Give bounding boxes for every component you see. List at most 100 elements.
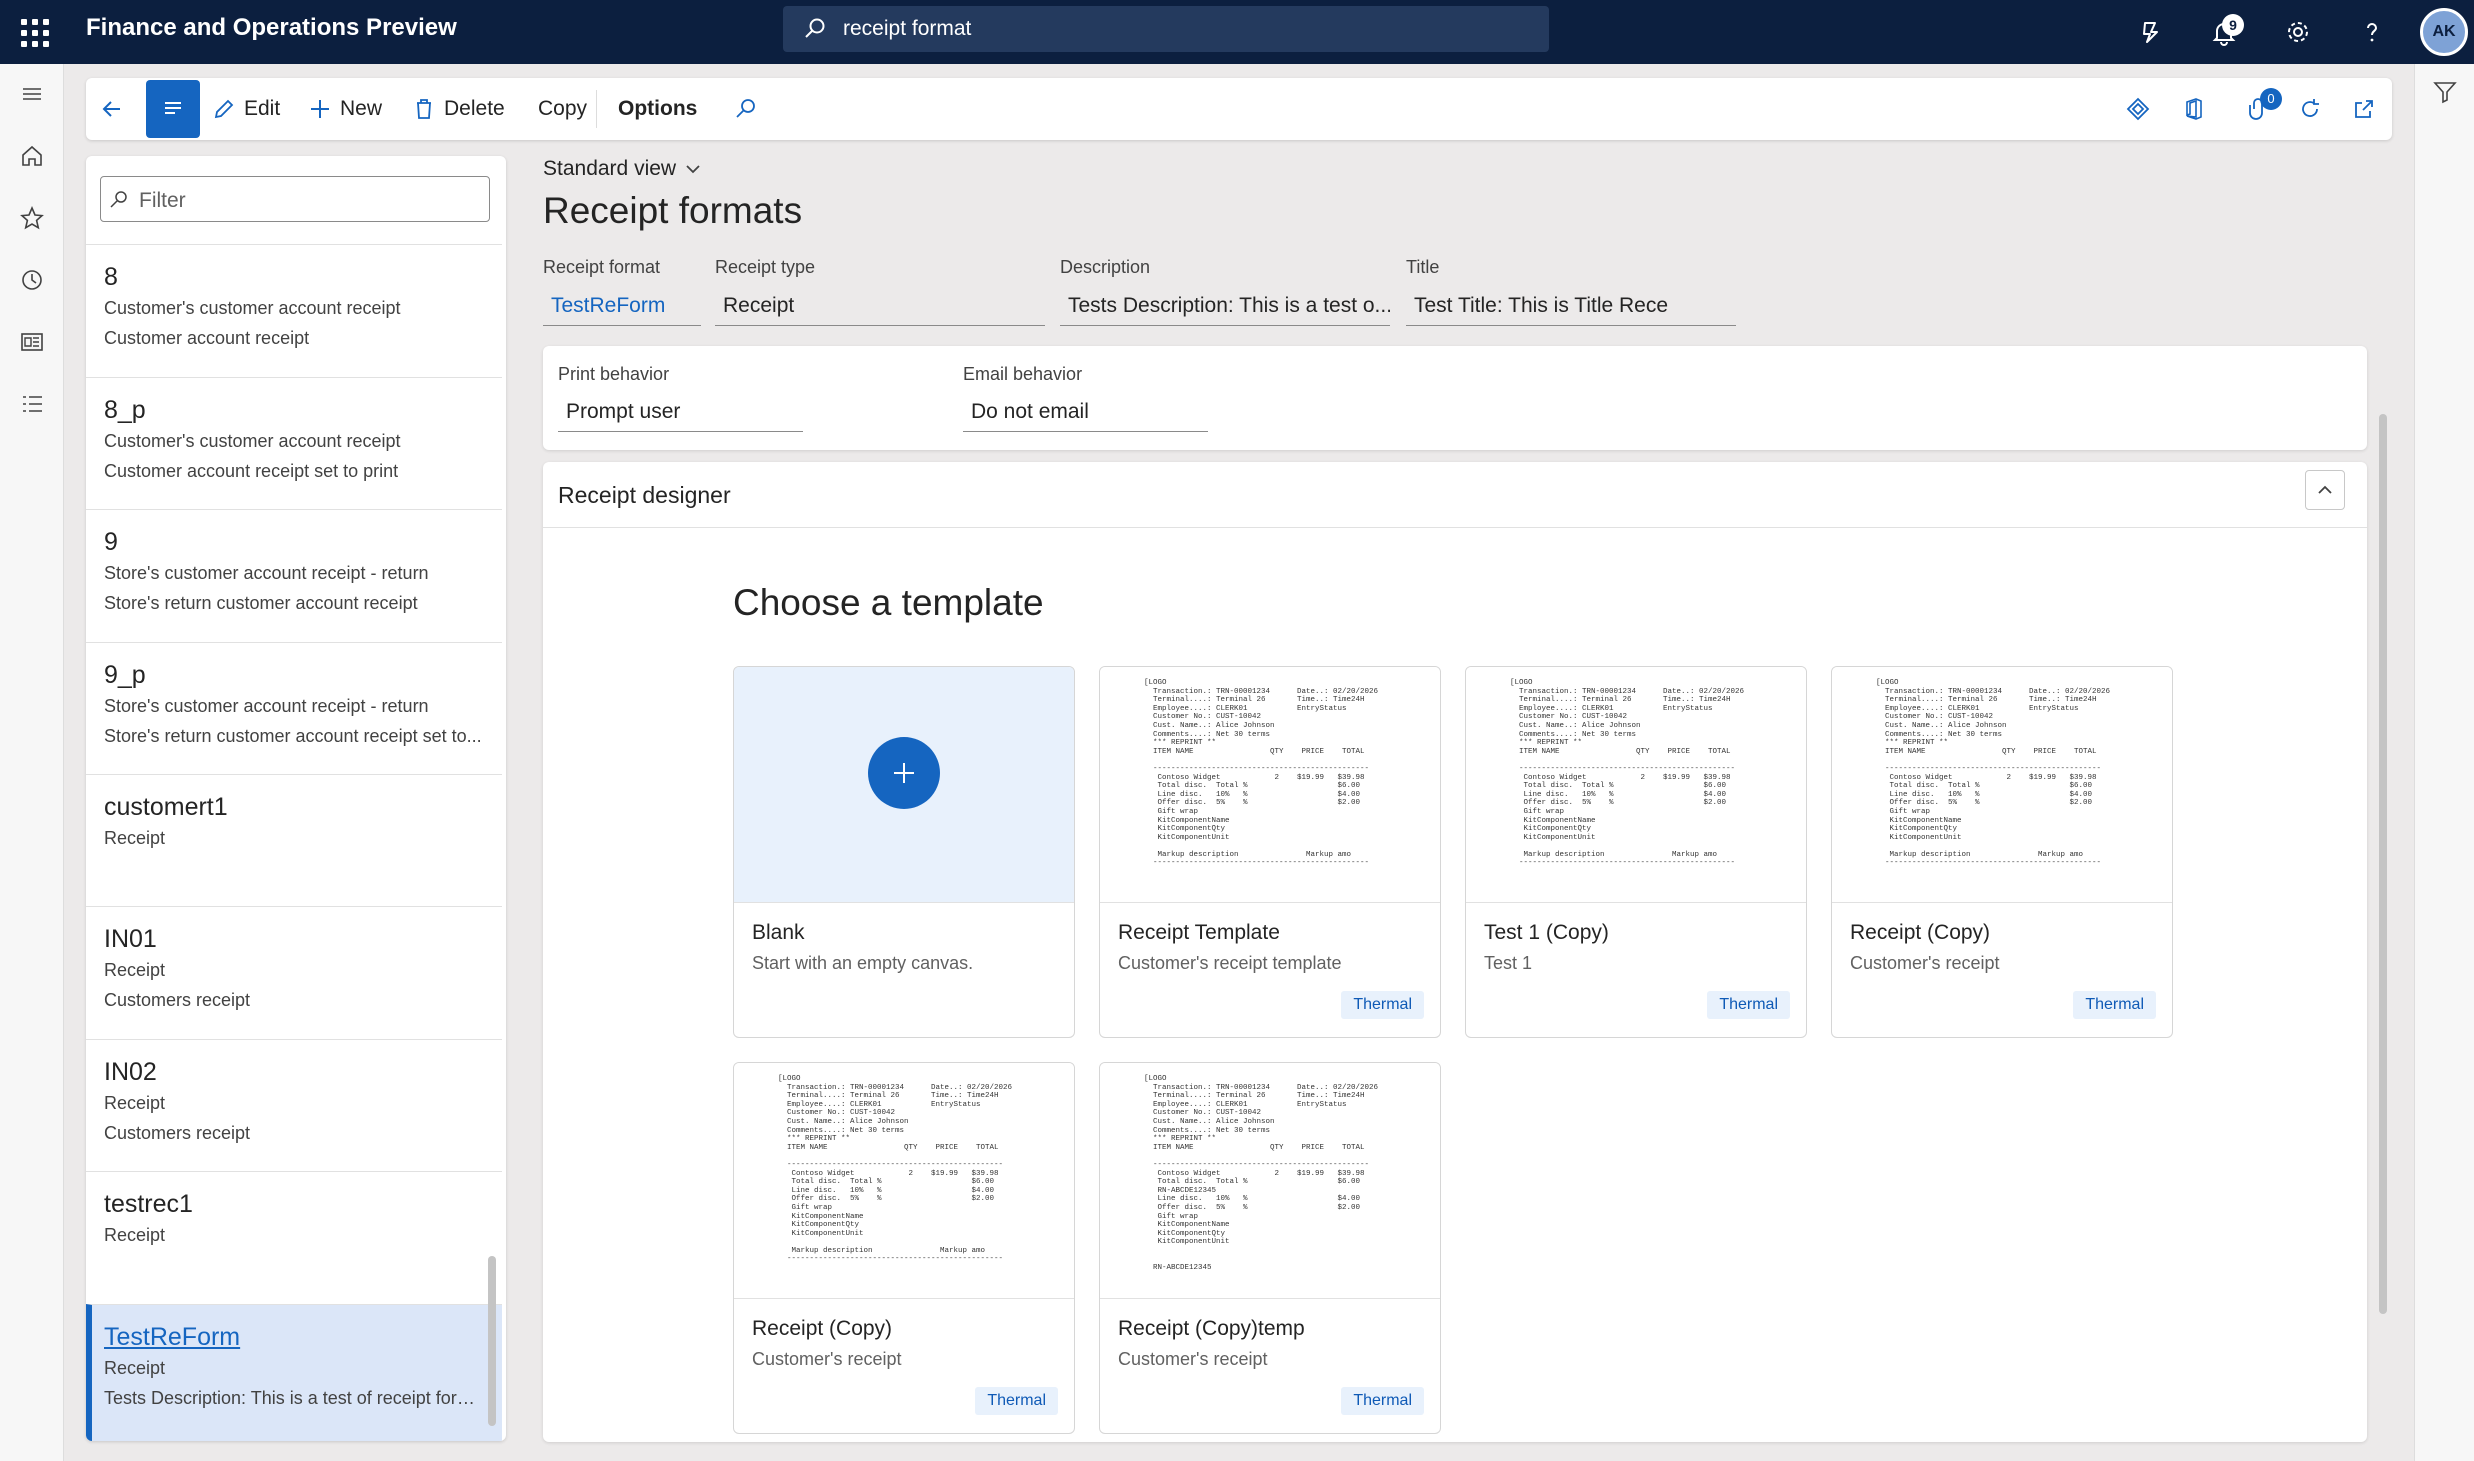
- template-card[interactable]: [LOGO Transaction.: TRN-00001234 Date..:…: [1099, 1062, 1441, 1434]
- new-button[interactable]: New: [308, 78, 382, 140]
- view-selector[interactable]: Standard view: [543, 157, 702, 181]
- print-behavior-label: Print behavior: [558, 364, 670, 384]
- help-icon[interactable]: [2350, 10, 2394, 54]
- behavior-card: Print behavior Prompt user Email behavio…: [543, 346, 2367, 450]
- main-scrollbar[interactable]: [2379, 414, 2387, 1314]
- collapse-button[interactable]: [2305, 470, 2345, 510]
- find-button[interactable]: [734, 78, 758, 140]
- thermal-tag: Thermal: [2073, 991, 2156, 1019]
- options-tab[interactable]: Options: [618, 78, 697, 140]
- edit-button[interactable]: Edit: [212, 78, 280, 140]
- email-behavior-label: Email behavior: [963, 364, 1083, 384]
- receipt-type-field[interactable]: Receipt: [715, 290, 1045, 326]
- list-item-line1: Receipt: [104, 1093, 166, 1113]
- description-field[interactable]: Tests Description: This is a test o...: [1060, 290, 1390, 326]
- thermal-tag: Thermal: [1707, 991, 1790, 1019]
- open-new-window-button[interactable]: [2352, 78, 2376, 140]
- list-item[interactable]: testrec1 Receipt: [86, 1171, 502, 1304]
- receipt-format-field[interactable]: TestReForm: [543, 290, 701, 326]
- receipt-preview-text: [LOGO Transaction.: TRN-00001234 Date..:…: [1144, 679, 1379, 868]
- options-label: Options: [618, 97, 698, 120]
- back-arrow-icon: [102, 101, 120, 117]
- email-behavior-field[interactable]: Do not email: [963, 396, 1208, 432]
- list-view-toggle-button[interactable]: [146, 80, 200, 138]
- template-desc: Start with an empty canvas.: [752, 953, 974, 973]
- user-avatar[interactable]: AK: [2420, 8, 2468, 56]
- chevron-up-icon: [2318, 485, 2332, 494]
- divider: [596, 90, 597, 128]
- attachments-button[interactable]: 0: [2246, 78, 2282, 140]
- list-item[interactable]: IN02 Receipt Customers receipt: [86, 1039, 502, 1171]
- receipt-preview-text: [LOGO Transaction.: TRN-00001234 Date..:…: [1144, 1075, 1379, 1273]
- list-item-title: testrec1: [104, 1190, 193, 1218]
- app-title: Finance and Operations Preview: [86, 14, 457, 41]
- app-launcher-icon[interactable]: [18, 16, 50, 48]
- power-apps-button[interactable]: [2126, 78, 2150, 140]
- title-label: Title: [1406, 257, 1440, 277]
- template-desc: Customer's receipt: [1850, 953, 2000, 973]
- list-item[interactable]: 8_p Customer's customer account receipt Cu…: [86, 377, 502, 509]
- search-icon: [110, 191, 127, 208]
- trash-icon: [417, 99, 431, 119]
- list-item[interactable]: 9_p Store's customer account receipt - re…: [86, 642, 502, 774]
- title-field[interactable]: Test Title: This is Title Rece: [1406, 290, 1736, 326]
- template-card[interactable]: [LOGO Transaction.: TRN-00001234 Date..:…: [1099, 666, 1441, 1038]
- list-item-title[interactable]: TestReForm: [104, 1321, 484, 1353]
- divider: [543, 527, 2367, 528]
- thermal-tag: Thermal: [1341, 991, 1424, 1019]
- template-card[interactable]: [LOGO Transaction.: TRN-00001234 Date..:…: [733, 1062, 1075, 1434]
- list-item[interactable]: customert1 Receipt: [86, 774, 502, 906]
- template-preview: [734, 667, 1074, 903]
- copilot-icon[interactable]: [2128, 10, 2172, 54]
- right-rail: [2414, 64, 2474, 1461]
- list-item[interactable]: 8 Customer's customer account receipt Cust…: [86, 244, 502, 377]
- hamburger-menu-icon[interactable]: [14, 76, 50, 112]
- notifications-icon[interactable]: 9: [2202, 10, 2246, 54]
- template-name: Blank: [752, 921, 805, 944]
- filter-input[interactable]: Filter: [100, 176, 490, 222]
- receipt-designer-section: Receipt designer Choose a template Blank…: [543, 462, 2367, 1442]
- recent-clock-icon[interactable]: [14, 262, 50, 298]
- receipt-preview-text: [LOGO Transaction.: TRN-00001234 Date..:…: [1876, 679, 2111, 868]
- copy-button[interactable]: Copy: [538, 78, 587, 140]
- refresh-icon: [2302, 99, 2319, 117]
- favorites-star-icon[interactable]: [14, 200, 50, 236]
- template-preview: [LOGO Transaction.: TRN-00001234 Date..:…: [734, 1063, 1074, 1299]
- template-card[interactable]: [LOGO Transaction.: TRN-00001234 Date..:…: [1831, 666, 2173, 1038]
- back-button[interactable]: [100, 78, 124, 140]
- office-button[interactable]: [2182, 78, 2206, 140]
- template-name: Receipt (Copy): [1850, 921, 1991, 944]
- chevron-down-icon: [686, 165, 700, 174]
- template-card[interactable]: [LOGO Transaction.: TRN-00001234 Date..:…: [1465, 666, 1807, 1038]
- list-item-title: 8: [104, 263, 118, 291]
- office-icon: [2186, 98, 2202, 120]
- receipt-preview-text: [LOGO Transaction.: TRN-00001234 Date..:…: [1510, 679, 1745, 868]
- home-icon[interactable]: [14, 138, 50, 174]
- template-name: Receipt (Copy): [752, 1317, 893, 1340]
- list-item-line2: Store's return customer account receipt: [104, 593, 418, 613]
- list-item[interactable]: IN01 Receipt Customers receipt: [86, 906, 502, 1039]
- list-item-selected[interactable]: TestReForm Receipt Tests Description: This…: [86, 1304, 502, 1441]
- list-item[interactable]: 9 Store's customer account receipt - retu…: [86, 509, 502, 642]
- modules-list-icon[interactable]: [14, 386, 50, 422]
- list-item-line2: Customers receipt: [104, 1123, 251, 1143]
- list-panel: Filter 8 Customer's customer account rece…: [86, 156, 506, 1441]
- search-box[interactable]: receipt format: [783, 6, 1549, 52]
- print-behavior-field[interactable]: Prompt user: [558, 396, 803, 432]
- list-scrollbar[interactable]: [488, 1256, 496, 1426]
- list-item-line2: Tests Description: This is a test of rec…: [104, 1388, 484, 1408]
- template-card-blank[interactable]: Blank Start with an empty canvas.: [733, 666, 1075, 1038]
- list-item-line2: Customers receipt: [104, 990, 251, 1010]
- delete-label: Delete: [444, 97, 505, 120]
- receipt-type-label: Receipt type: [715, 257, 816, 277]
- pencil-icon: [214, 99, 234, 119]
- list-item-line1: Customer's customer account receipt: [104, 298, 401, 318]
- refresh-button[interactable]: [2298, 78, 2322, 140]
- delete-button[interactable]: Delete: [412, 78, 505, 140]
- settings-gear-icon[interactable]: [2276, 10, 2320, 54]
- copy-label: Copy: [538, 97, 588, 120]
- filter-funnel-icon[interactable]: [2431, 78, 2459, 106]
- search-input[interactable]: receipt format: [843, 17, 971, 41]
- workspaces-icon[interactable]: [14, 324, 50, 360]
- list-item-title: IN01: [104, 925, 157, 953]
